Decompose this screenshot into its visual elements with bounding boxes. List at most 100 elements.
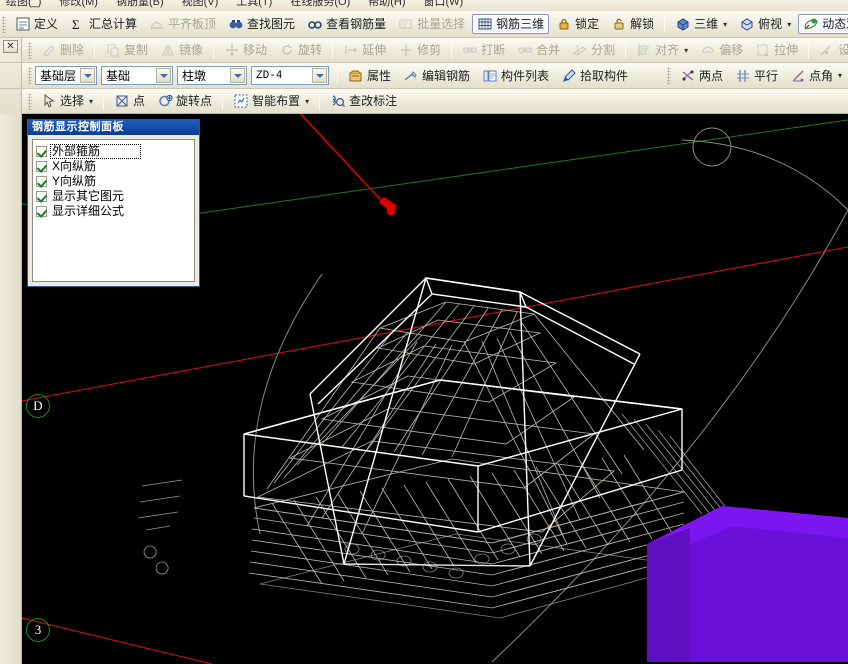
- stretch-button[interactable]: 拉伸: [750, 40, 803, 60]
- menu-item-7[interactable]: 窗口(W): [424, 0, 464, 8]
- rebar-option-3[interactable]: 显示其它图元: [36, 189, 191, 204]
- point-button[interactable]: 点: [109, 91, 150, 111]
- point-angle-button[interactable]: 点角 ▾: [785, 66, 847, 86]
- menu-item-4[interactable]: 工具(T): [236, 0, 272, 8]
- align-slab-button: 平齐板顶: [144, 14, 221, 34]
- chevron-down-icon[interactable]: ▾: [89, 97, 93, 106]
- cursor-label: 选择: [60, 94, 85, 108]
- edit-toolbar[interactable]: 删除 复制 镜像 移动 旋转 延伸 修剪 打断 合并 分割 对齐 ▾ 偏移 拉伸 设置夹点: [0, 38, 848, 63]
- cursor-button[interactable]: 选择 ▾: [36, 91, 98, 111]
- draw-toolbar[interactable]: 选择 ▾ 点 旋转点 智能布置 ▾ 查改标注: [0, 89, 848, 114]
- define-button[interactable]: 定义: [10, 14, 63, 34]
- floor-select[interactable]: 基础层: [35, 66, 97, 85]
- menu-item-6[interactable]: 帮助(H): [368, 0, 405, 8]
- define-label: 定义: [34, 17, 59, 31]
- smart-layout-icon: [234, 94, 248, 108]
- offset-label: 偏移: [719, 43, 744, 57]
- toolbar-drag-handle[interactable]: [28, 41, 32, 59]
- binocular-button[interactable]: 查找图元: [223, 14, 300, 34]
- checkbox[interactable]: [36, 161, 47, 172]
- panel-checkbox-list[interactable]: 外部箍筋 X向纵筋 Y向纵筋 显示其它图元 显示详细公式: [32, 139, 195, 282]
- menu-item-0[interactable]: 绘图(_): [6, 0, 41, 8]
- toolbar-drag-handle[interactable]: [2, 15, 6, 33]
- properties-button[interactable]: 属性: [343, 66, 396, 86]
- rebar-display-control-panel[interactable]: 钢筋显示控制面板 外部箍筋 X向纵筋 Y向纵筋 显示其它图元 显示详细公式: [27, 119, 200, 287]
- extend-button[interactable]: 延伸: [338, 40, 391, 60]
- glasses-button[interactable]: 查看钢筋量: [302, 14, 391, 34]
- chevron-down-icon[interactable]: ▾: [787, 20, 791, 29]
- split-button[interactable]: 分割: [567, 40, 620, 60]
- chevron-down-icon[interactable]: ▾: [838, 71, 842, 80]
- axis-bubble-3[interactable]: 3: [26, 618, 50, 642]
- copy-button[interactable]: 复制: [100, 40, 153, 60]
- checkbox[interactable]: [36, 176, 47, 187]
- break-icon: [463, 47, 477, 53]
- chevron-down-icon[interactable]: [312, 68, 327, 83]
- rotate-button[interactable]: 旋转: [274, 40, 327, 60]
- edit-rebar-button[interactable]: 编辑钢筋: [398, 66, 475, 86]
- extend-label: 延伸: [362, 43, 387, 57]
- two-point-button[interactable]: 两点: [675, 66, 728, 86]
- mirror-button[interactable]: 镜像: [155, 40, 208, 60]
- toolbar-drag-handle[interactable]: [28, 92, 32, 110]
- cube-button[interactable]: 三维 ▾: [670, 14, 732, 34]
- category-select[interactable]: 基础: [101, 66, 173, 85]
- rebar-option-label: Y向纵筋: [52, 174, 97, 188]
- close-icon[interactable]: ✕: [3, 40, 18, 53]
- batch-select-icon: [399, 19, 412, 29]
- rebar-option-label: X向纵筋: [52, 159, 97, 173]
- pick-component-button[interactable]: 拾取构件: [556, 66, 633, 86]
- checkbox[interactable]: [36, 191, 47, 202]
- chevron-down-icon[interactable]: ▾: [305, 97, 309, 106]
- edit-dim-button[interactable]: 查改标注: [325, 91, 402, 111]
- rotate-point-button[interactable]: 旋转点: [152, 91, 217, 111]
- toolbar-drag-handle[interactable]: [28, 67, 32, 84]
- checkbox[interactable]: [36, 146, 47, 157]
- axis-bubble-D[interactable]: D: [26, 394, 50, 418]
- sigma-button[interactable]: Σ 汇总计算: [65, 14, 142, 34]
- component-toolbar[interactable]: 基础层 基础 柱墩 ZD-4 属性 编辑钢筋 构件列表 拾取构件 两点 平行 点角 ▾: [0, 63, 848, 89]
- main-toolbar[interactable]: 定义 Σ 汇总计算 平齐板顶 查找图元 查看钢筋量 批量选择 钢筋三维 锁定 解锁 三维 ▾ 俯视 ▾ 动态…: [0, 11, 848, 38]
- chevron-down-icon[interactable]: [230, 68, 245, 83]
- break-label: 打断: [481, 43, 506, 57]
- delete-label: 删除: [60, 43, 85, 57]
- chevron-down-icon[interactable]: [80, 68, 95, 83]
- chevron-down-icon[interactable]: [156, 68, 171, 83]
- delete-button[interactable]: 删除: [36, 40, 89, 60]
- component-list-button[interactable]: 构件列表: [477, 66, 554, 86]
- member-select[interactable]: ZD-4: [251, 66, 329, 85]
- rebar-option-0[interactable]: 外部箍筋: [36, 144, 191, 159]
- binocular-label: 查找图元: [247, 17, 296, 31]
- move-button[interactable]: 移动: [219, 40, 272, 60]
- stretch-label: 拉伸: [774, 43, 799, 57]
- smart-layout-button[interactable]: 智能布置 ▾: [228, 91, 314, 111]
- menu-item-1[interactable]: 修改(M): [59, 0, 98, 8]
- topview-button[interactable]: 俯视 ▾: [734, 14, 796, 34]
- rebar-option-2[interactable]: Y向纵筋: [36, 174, 191, 189]
- chevron-down-icon[interactable]: ▾: [684, 46, 688, 55]
- menu-bar[interactable]: 绘图(_) 修改(M) 钢筋量(B) 视图(V) 工具(T) 在线服务(O) 帮助(H) 窗口…: [0, 0, 848, 11]
- binocular-icon: [229, 20, 243, 29]
- toolbar-drag-handle[interactable]: [666, 67, 671, 84]
- rebar-option-4[interactable]: 显示详细公式: [36, 204, 191, 219]
- offset-button[interactable]: 偏移: [695, 40, 748, 60]
- checkbox[interactable]: [36, 206, 47, 217]
- rebar-option-label: 显示详细公式: [52, 204, 125, 218]
- merge-button[interactable]: 合并: [512, 40, 565, 60]
- lock-button[interactable]: 锁定: [551, 14, 604, 34]
- edit-rebar-icon: [404, 70, 417, 81]
- rebar-3d-button[interactable]: 钢筋三维: [472, 14, 550, 34]
- menu-item-3[interactable]: 视图(V): [182, 0, 219, 8]
- orbit-button[interactable]: 动态观察: [798, 14, 848, 34]
- rebar-option-1[interactable]: X向纵筋: [36, 159, 191, 174]
- break-button[interactable]: 打断: [457, 40, 510, 60]
- parallel-button[interactable]: 平行: [730, 66, 783, 86]
- component-select[interactable]: 柱墩: [177, 66, 247, 85]
- unlock-button[interactable]: 解锁: [606, 14, 659, 34]
- menu-item-5[interactable]: 在线服务(O): [290, 0, 350, 8]
- menu-item-2[interactable]: 钢筋量(B): [116, 0, 164, 8]
- chevron-down-icon[interactable]: ▾: [723, 20, 727, 29]
- grip-point-button[interactable]: 设置夹点: [814, 40, 848, 60]
- align-button[interactable]: 对齐 ▾: [631, 40, 693, 60]
- trim-button[interactable]: 修剪: [393, 40, 446, 60]
